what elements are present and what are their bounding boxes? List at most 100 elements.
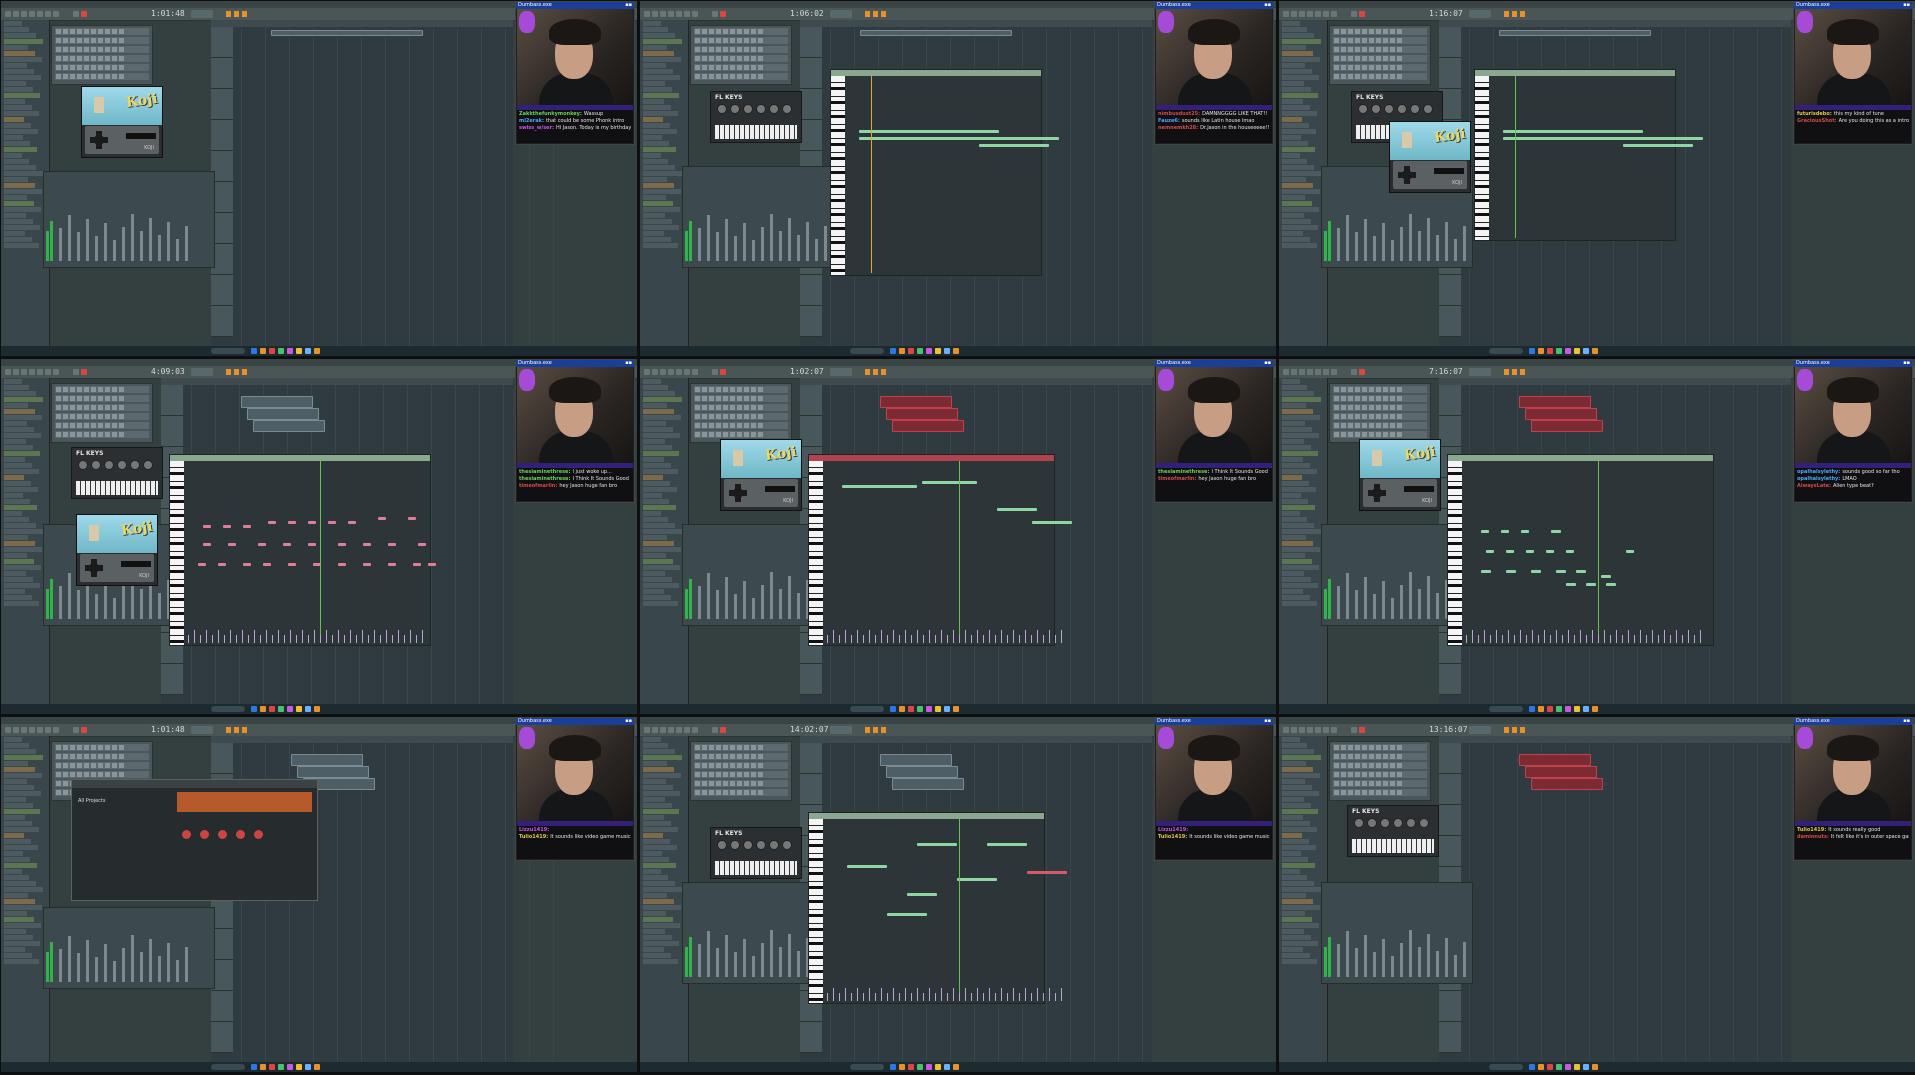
step-button[interactable] <box>1369 47 1374 52</box>
playlist-track[interactable] <box>1439 664 1461 695</box>
toolbar-button[interactable] <box>37 11 43 17</box>
step-button[interactable] <box>744 763 749 768</box>
step-button[interactable] <box>758 38 763 43</box>
velocity-bar[interactable] <box>839 635 840 643</box>
step-button[interactable] <box>1369 74 1374 79</box>
step-button[interactable] <box>1362 781 1367 786</box>
browser-item[interactable] <box>4 797 26 802</box>
step-button[interactable] <box>730 74 735 79</box>
koji-plugin[interactable]: Koji KOJI <box>1389 121 1471 193</box>
step-button[interactable] <box>1334 432 1339 437</box>
record-button[interactable] <box>720 11 726 17</box>
step-button[interactable] <box>737 781 742 786</box>
mixer-fader[interactable] <box>1373 236 1376 261</box>
velocity-bar[interactable] <box>1502 635 1503 643</box>
velocity-bar[interactable] <box>254 630 255 643</box>
step-button[interactable] <box>1334 405 1339 410</box>
tool-icon[interactable] <box>226 369 231 375</box>
playlist-track[interactable] <box>211 306 233 337</box>
velocity-bar[interactable] <box>863 993 864 1001</box>
step-button[interactable] <box>1334 74 1339 79</box>
step-button[interactable] <box>112 423 117 428</box>
step-button[interactable] <box>737 387 742 392</box>
step-button[interactable] <box>737 74 742 79</box>
browser-item[interactable] <box>4 821 32 826</box>
step-button[interactable] <box>709 754 714 759</box>
step-button[interactable] <box>723 790 728 795</box>
browser-item[interactable] <box>1282 833 1302 838</box>
playlist-track[interactable] <box>211 743 233 774</box>
mixer-fader[interactable] <box>698 944 701 977</box>
pattern-selector[interactable] <box>191 10 213 18</box>
koji-plugin[interactable]: Koji KOJI <box>1359 439 1441 511</box>
step-button[interactable] <box>84 56 89 61</box>
midi-note[interactable] <box>1503 130 1643 133</box>
browser-item[interactable] <box>4 99 25 104</box>
knob-icon[interactable] <box>730 840 740 850</box>
browser-item[interactable] <box>643 469 678 474</box>
step-button[interactable] <box>1362 56 1367 61</box>
browser-item[interactable] <box>1282 565 1319 570</box>
velocity-bar[interactable] <box>893 988 894 1001</box>
step-button[interactable] <box>1355 56 1360 61</box>
browser-item[interactable] <box>643 893 667 898</box>
velocity-bar[interactable] <box>200 635 201 643</box>
midi-note[interactable] <box>418 543 426 546</box>
tool-icon[interactable] <box>1512 11 1517 17</box>
channel-row[interactable] <box>694 789 788 796</box>
step-button[interactable] <box>77 414 82 419</box>
velocity-bar[interactable] <box>1001 630 1002 643</box>
browser-item[interactable] <box>1282 737 1300 742</box>
midi-note[interactable] <box>1506 570 1516 573</box>
step-button[interactable] <box>1376 65 1381 70</box>
velocity-bar[interactable] <box>266 630 267 643</box>
browser-item[interactable] <box>1282 553 1305 558</box>
record-button[interactable] <box>1359 727 1365 733</box>
browser-item[interactable] <box>1282 213 1304 218</box>
midi-note[interactable] <box>288 563 296 566</box>
taskbar-app-icon[interactable] <box>260 706 266 712</box>
tool-icon[interactable] <box>865 11 870 17</box>
browser-item[interactable] <box>643 559 673 564</box>
step-button[interactable] <box>98 387 103 392</box>
step-button[interactable] <box>1397 414 1402 419</box>
browser-item[interactable] <box>643 219 672 224</box>
browser-item[interactable] <box>1282 57 1320 62</box>
browser-item[interactable] <box>1282 547 1320 552</box>
mixer-fader[interactable] <box>743 223 746 261</box>
toolbar-button[interactable] <box>1299 369 1305 375</box>
midi-note[interactable] <box>1481 570 1491 573</box>
mixer-fader[interactable] <box>1400 227 1403 261</box>
taskbar-app-icon[interactable] <box>1556 1064 1562 1070</box>
channel-row[interactable] <box>1333 771 1427 778</box>
step-button[interactable] <box>702 790 707 795</box>
mixer-fader[interactable] <box>707 931 710 977</box>
step-button[interactable] <box>91 772 96 777</box>
step-button[interactable] <box>1334 29 1339 34</box>
mixer-fader[interactable] <box>1346 215 1349 261</box>
taskbar-app-icon[interactable] <box>1529 1064 1535 1070</box>
channel-row[interactable] <box>55 762 149 769</box>
step-button[interactable] <box>84 754 89 759</box>
playlist-track[interactable] <box>211 120 233 151</box>
step-button[interactable] <box>1341 405 1346 410</box>
toolbar-button[interactable] <box>1307 11 1313 17</box>
step-button[interactable] <box>695 387 700 392</box>
step-button[interactable] <box>744 396 749 401</box>
mixer-fader[interactable] <box>1463 226 1466 261</box>
toolbar-button[interactable] <box>652 11 658 17</box>
browser-item[interactable] <box>4 541 35 546</box>
velocity-bar[interactable] <box>320 635 321 643</box>
mixer-fader[interactable] <box>1436 951 1439 977</box>
playlist-track[interactable] <box>161 416 183 447</box>
browser-item[interactable] <box>643 433 680 438</box>
mixer-fader[interactable] <box>1382 223 1385 261</box>
mixer-fader[interactable] <box>59 949 62 982</box>
midi-note[interactable] <box>1027 871 1067 874</box>
browser-item[interactable] <box>643 379 661 384</box>
midi-note[interactable] <box>243 525 251 528</box>
step-button[interactable] <box>91 74 96 79</box>
step-button[interactable] <box>758 414 763 419</box>
browser-item[interactable] <box>4 589 25 594</box>
window-controls-icon[interactable]: ▪▪ <box>625 2 632 9</box>
